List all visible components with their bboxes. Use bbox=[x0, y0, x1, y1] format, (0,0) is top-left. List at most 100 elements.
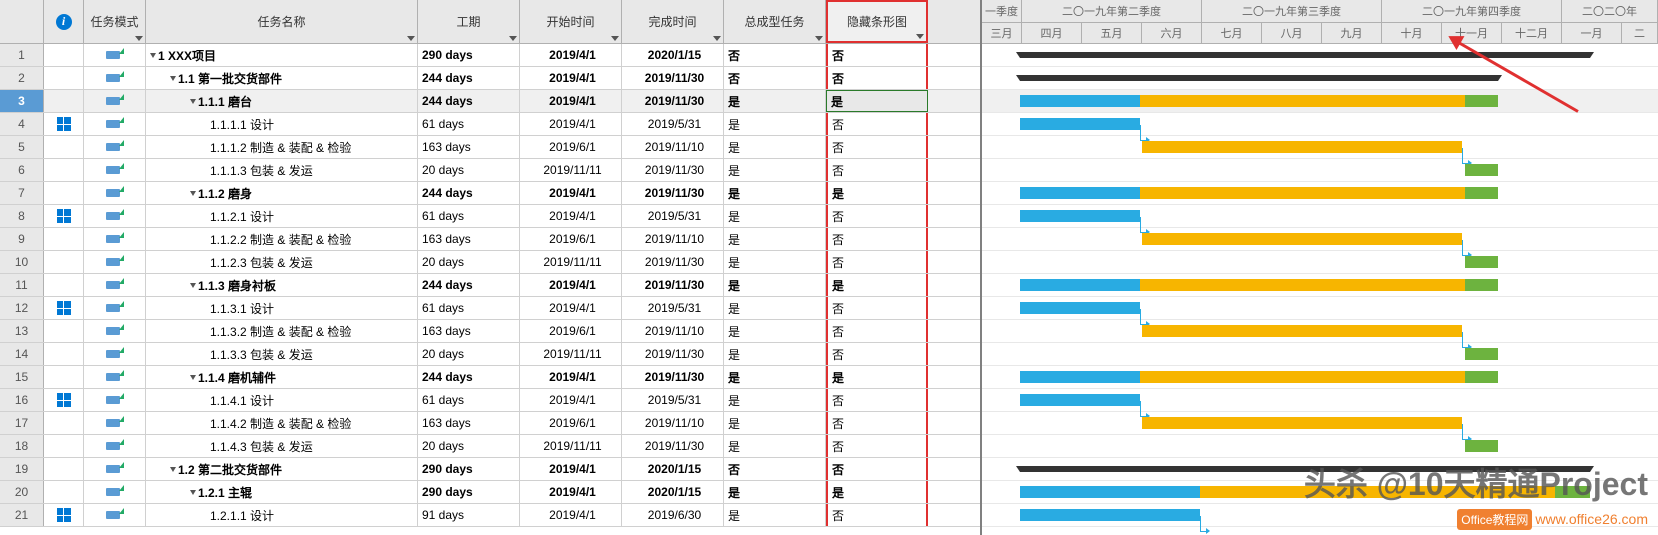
timeline-quarter[interactable]: 二〇一九年第四季度 bbox=[1382, 0, 1562, 22]
task-mode-cell[interactable] bbox=[84, 366, 146, 388]
task-mode-cell[interactable] bbox=[84, 274, 146, 296]
timeline-month[interactable]: 十二月 bbox=[1502, 22, 1562, 44]
table-row[interactable]: 71.1.2 磨身244 days2019/4/12019/11/30是是 bbox=[0, 182, 980, 205]
gantt-row[interactable] bbox=[982, 44, 1658, 67]
chevron-down-icon[interactable] bbox=[815, 36, 823, 41]
finish-cell[interactable]: 2019/11/30 bbox=[622, 159, 724, 181]
start-cell[interactable]: 2019/4/1 bbox=[520, 458, 622, 480]
chevron-down-icon[interactable] bbox=[611, 36, 619, 41]
hidebar-cell[interactable]: 否 bbox=[826, 228, 928, 250]
start-cell[interactable]: 2019/6/1 bbox=[520, 228, 622, 250]
row-number[interactable]: 15 bbox=[0, 366, 44, 388]
hidebar-cell[interactable]: 否 bbox=[826, 159, 928, 181]
hidebar-cell[interactable]: 否 bbox=[826, 412, 928, 434]
row-number[interactable]: 2 bbox=[0, 67, 44, 89]
hidebar-cell[interactable]: 否 bbox=[826, 389, 928, 411]
duration-cell[interactable]: 244 days bbox=[418, 274, 520, 296]
hidebar-cell[interactable]: 是 bbox=[826, 274, 928, 296]
table-row[interactable]: 51.1.1.2 制造 & 装配 & 检验163 days2019/6/1201… bbox=[0, 136, 980, 159]
start-cell[interactable]: 2019/4/1 bbox=[520, 504, 622, 526]
timeline-month[interactable]: 十月 bbox=[1382, 22, 1442, 44]
summary-cell[interactable]: 否 bbox=[724, 458, 826, 480]
task-mode-cell[interactable] bbox=[84, 205, 146, 227]
duration-cell[interactable]: 20 days bbox=[418, 159, 520, 181]
expand-collapse-icon[interactable] bbox=[190, 191, 196, 196]
row-number[interactable]: 17 bbox=[0, 412, 44, 434]
duration-cell[interactable]: 20 days bbox=[418, 435, 520, 457]
gantt-bar-tail[interactable] bbox=[1142, 325, 1462, 337]
task-mode-cell[interactable] bbox=[84, 44, 146, 66]
table-row[interactable]: 141.1.3.3 包装 & 发运20 days2019/11/112019/1… bbox=[0, 343, 980, 366]
hidebar-cell[interactable]: 否 bbox=[826, 458, 928, 480]
expand-collapse-icon[interactable] bbox=[190, 283, 196, 288]
row-number[interactable]: 3 bbox=[0, 90, 44, 112]
row-number[interactable]: 16 bbox=[0, 389, 44, 411]
duration-cell[interactable]: 244 days bbox=[418, 67, 520, 89]
start-cell[interactable]: 2019/4/1 bbox=[520, 205, 622, 227]
task-name-cell[interactable]: 1.2.1 主辊 bbox=[146, 481, 418, 503]
gantt-row[interactable] bbox=[982, 159, 1658, 182]
duration-cell[interactable]: 290 days bbox=[418, 44, 520, 66]
finish-cell[interactable]: 2019/11/30 bbox=[622, 435, 724, 457]
table-row[interactable]: 91.1.2.2 制造 & 装配 & 检验163 days2019/6/1201… bbox=[0, 228, 980, 251]
start-cell[interactable]: 2019/4/1 bbox=[520, 182, 622, 204]
table-row[interactable]: 31.1.1 磨台244 days2019/4/12019/11/30是是 bbox=[0, 90, 980, 113]
timeline-month[interactable]: 一月 bbox=[1562, 22, 1622, 44]
row-number[interactable]: 11 bbox=[0, 274, 44, 296]
summary-cell[interactable]: 是 bbox=[724, 320, 826, 342]
start-cell[interactable]: 2019/4/1 bbox=[520, 274, 622, 296]
chevron-down-icon[interactable] bbox=[135, 36, 143, 41]
table-row[interactable]: 151.1.4 磨机辅件244 days2019/4/12019/11/30是是 bbox=[0, 366, 980, 389]
summary-cell[interactable]: 是 bbox=[724, 435, 826, 457]
table-row[interactable]: 211.2.1.1 设计91 days2019/4/12019/6/30是否 bbox=[0, 504, 980, 527]
gantt-bar-green[interactable] bbox=[1465, 371, 1498, 383]
hidebar-cell[interactable]: 是 bbox=[826, 481, 928, 503]
task-name-cell[interactable]: 1.1.3.2 制造 & 装配 & 检验 bbox=[146, 320, 418, 342]
hidebar-cell[interactable]: 是 bbox=[826, 182, 928, 204]
table-row[interactable]: 121.1.3.1 设计61 days2019/4/12019/5/31是否 bbox=[0, 297, 980, 320]
finish-cell[interactable]: 2019/11/30 bbox=[622, 343, 724, 365]
duration-cell[interactable]: 61 days bbox=[418, 389, 520, 411]
summary-cell[interactable]: 是 bbox=[724, 389, 826, 411]
row-number[interactable]: 20 bbox=[0, 481, 44, 503]
start-cell[interactable]: 2019/4/1 bbox=[520, 67, 622, 89]
finish-cell[interactable]: 2019/11/10 bbox=[622, 320, 724, 342]
duration-cell[interactable]: 244 days bbox=[418, 366, 520, 388]
timeline-quarter[interactable]: 二〇一九年第二季度 bbox=[1022, 0, 1202, 22]
chevron-down-icon[interactable] bbox=[407, 36, 415, 41]
task-mode-cell[interactable] bbox=[84, 458, 146, 480]
finish-cell[interactable]: 2019/5/31 bbox=[622, 389, 724, 411]
header-finish[interactable]: 完成时间 bbox=[622, 0, 724, 43]
task-name-cell[interactable]: 1.1.2 磨身 bbox=[146, 182, 418, 204]
hidebar-cell[interactable]: 否 bbox=[826, 297, 928, 319]
timeline-quarter[interactable]: 一季度 bbox=[982, 0, 1022, 22]
finish-cell[interactable]: 2019/6/30 bbox=[622, 504, 724, 526]
gantt-bar-green[interactable] bbox=[1465, 256, 1498, 268]
finish-cell[interactable]: 2020/1/15 bbox=[622, 481, 724, 503]
chevron-down-icon[interactable] bbox=[509, 36, 517, 41]
task-name-cell[interactable]: 1.1.3.1 设计 bbox=[146, 297, 418, 319]
row-number[interactable]: 12 bbox=[0, 297, 44, 319]
hidebar-cell[interactable]: 否 bbox=[826, 504, 928, 526]
gantt-bar-tail[interactable] bbox=[1142, 233, 1462, 245]
gantt-bar-task[interactable] bbox=[1020, 302, 1140, 314]
gantt-bar-task[interactable] bbox=[1020, 279, 1140, 291]
row-number[interactable]: 8 bbox=[0, 205, 44, 227]
task-name-cell[interactable]: 1.2.1.1 设计 bbox=[146, 504, 418, 526]
timeline-month[interactable]: 五月 bbox=[1082, 22, 1142, 44]
gantt-row[interactable] bbox=[982, 205, 1658, 228]
chevron-down-icon[interactable] bbox=[713, 36, 721, 41]
task-mode-cell[interactable] bbox=[84, 136, 146, 158]
gantt-bar-tail[interactable] bbox=[1142, 141, 1462, 153]
duration-cell[interactable]: 163 days bbox=[418, 228, 520, 250]
gantt-bar-task[interactable] bbox=[1020, 371, 1140, 383]
row-number[interactable]: 9 bbox=[0, 228, 44, 250]
task-name-cell[interactable]: 1.2 第二批交货部件 bbox=[146, 458, 418, 480]
summary-cell[interactable]: 是 bbox=[724, 251, 826, 273]
gantt-bar-green[interactable] bbox=[1465, 95, 1498, 107]
gantt-row[interactable] bbox=[982, 389, 1658, 412]
hidebar-cell[interactable]: 否 bbox=[826, 136, 928, 158]
row-number[interactable]: 14 bbox=[0, 343, 44, 365]
task-mode-cell[interactable] bbox=[84, 297, 146, 319]
duration-cell[interactable]: 61 days bbox=[418, 205, 520, 227]
